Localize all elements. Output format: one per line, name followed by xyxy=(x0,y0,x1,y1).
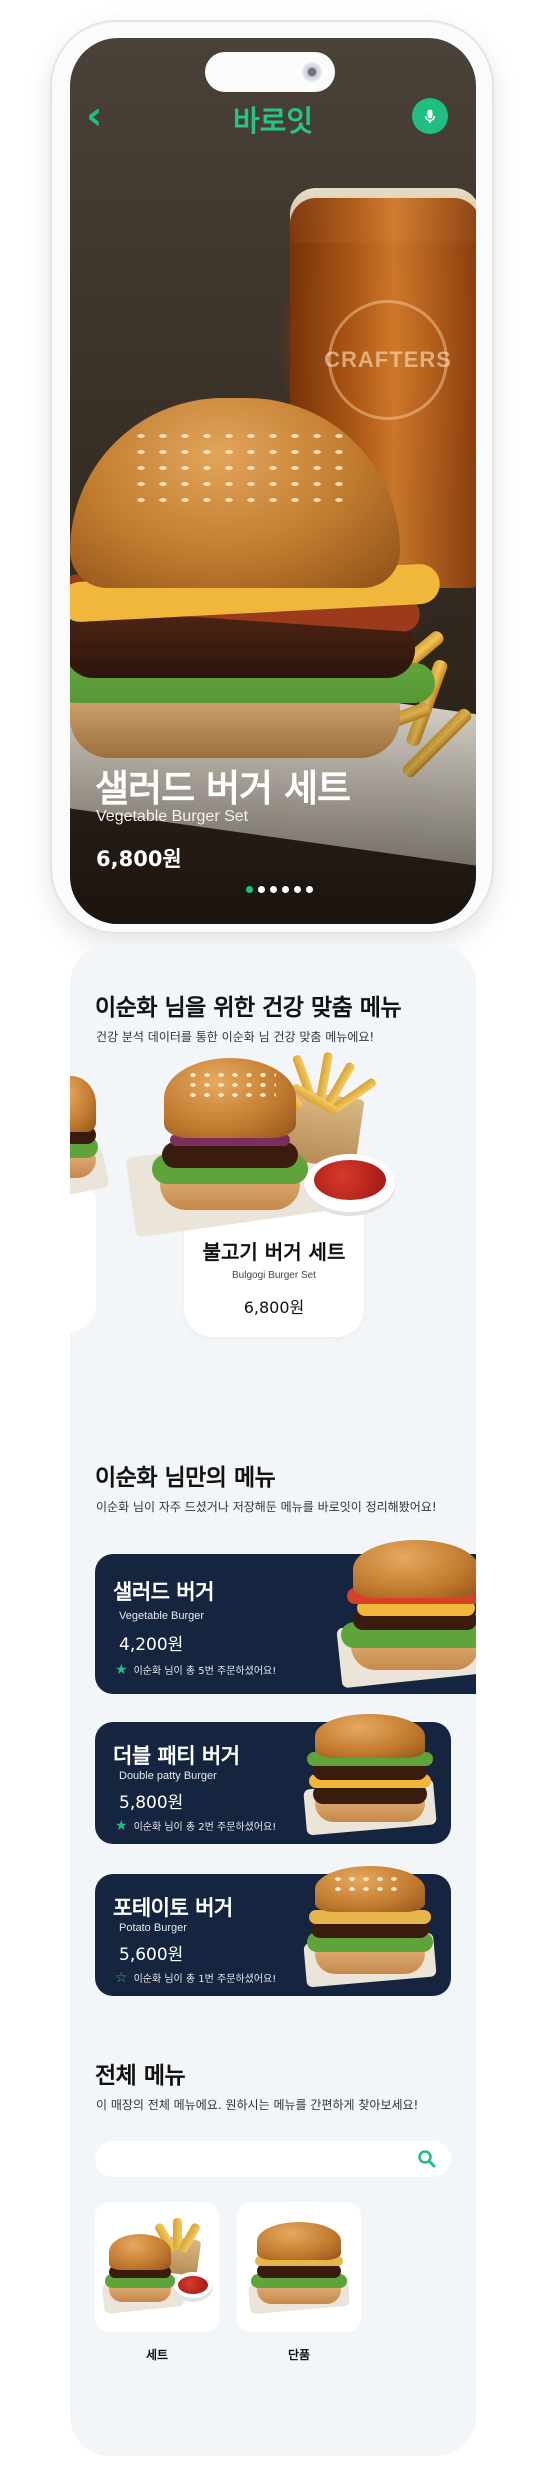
menu-item-price: 5,600원 xyxy=(119,1945,184,1965)
recommend-item-subtitle: Bulgogi Burger Set xyxy=(232,1270,316,1281)
recommend-description: 건강 분석 데이터를 통한 이순화 님 건강 맞춤 메뉴에요! xyxy=(96,1030,375,1044)
carousel-dot[interactable] xyxy=(270,886,277,893)
potato-burger-thumbnail xyxy=(295,1866,445,1991)
order-count-text: 이순화 님이 총 1번 주문하셨어요! xyxy=(133,1974,277,1985)
carousel-dot[interactable] xyxy=(246,886,253,893)
star-filled-icon: ★ xyxy=(115,1661,128,1678)
hero-subtitle: Vegetable Burger Set xyxy=(96,808,249,825)
all-menu-description: 이 매장의 전체 메뉴에요. 원하시는 메뉴를 간편하게 찾아보세요! xyxy=(96,2098,419,2112)
camera-icon xyxy=(302,62,322,82)
category-card-set[interactable] xyxy=(95,2202,219,2332)
glass-logo: CRAFTERS xyxy=(324,300,451,420)
carousel-dot[interactable] xyxy=(306,886,313,893)
category-card-single[interactable] xyxy=(237,2202,361,2332)
menu-item-subtitle: Potato Burger xyxy=(119,1922,187,1934)
microphone-icon[interactable] xyxy=(412,98,448,134)
star-filled-icon: ★ xyxy=(115,1817,128,1834)
recommend-title: 이순화 님을 위한 건강 맞춤 메뉴 xyxy=(95,995,402,1021)
order-count-text: 이순화 님이 총 5번 주문하셨어요! xyxy=(133,1666,277,1677)
salad-burger-thumbnail xyxy=(331,1540,476,1690)
single-thumbnail xyxy=(245,2218,355,2318)
recommend-item-name: 불고기 버거 세트 xyxy=(202,1240,346,1264)
order-count-note: ★ 이순화 님이 총 5번 주문하셨어요! xyxy=(115,1661,277,1678)
menu-item-subtitle: Double patty Burger xyxy=(119,1770,217,1782)
menu-item-subtitle: Vegetable Burger xyxy=(119,1610,205,1622)
hero-banner[interactable]: CRAFTERS ‹ 바로잇 샐러드 버거 세트 Vegetable Burge… xyxy=(70,38,476,924)
order-count-note: ★ 이순화 님이 총 2번 주문하셨어요! xyxy=(115,1817,277,1834)
star-outline-icon: ☆ xyxy=(115,1969,128,1986)
double-patty-burger-thumbnail xyxy=(295,1714,445,1839)
hero-title: 샐러드 버거 세트 xyxy=(95,767,351,810)
my-menu-description: 이순화 님이 자주 드셨거나 저장해둔 메뉴를 바로잇이 정리해봤어요! xyxy=(96,1500,437,1514)
menu-item-price: 5,800원 xyxy=(119,1793,184,1813)
carousel-dots[interactable] xyxy=(246,886,313,893)
menu-item-price: 4,200원 xyxy=(119,1635,184,1655)
burger-set-thumbnail xyxy=(125,1051,420,1238)
recommend-card-prev[interactable] xyxy=(70,1174,96,1332)
all-menu-title: 전체 메뉴 xyxy=(95,2063,186,2089)
my-menu-title: 이순화 님만의 메뉴 xyxy=(95,1465,276,1491)
search-input[interactable] xyxy=(95,2141,451,2177)
menu-item-name: 포테이토 버거 xyxy=(113,1896,233,1920)
my-menu-card[interactable]: 포테이토 버거 Potato Burger 5,600원 ☆ 이순화 님이 총 … xyxy=(95,1866,451,1996)
my-menu-card[interactable]: 샐러드 버거 Vegetable Burger 4,200원 ★ 이순화 님이 … xyxy=(95,1540,476,1694)
burger-thumbnail-prev xyxy=(70,1072,116,1197)
set-thumbnail xyxy=(99,2218,215,2318)
carousel-dot[interactable] xyxy=(294,886,301,893)
carousel-dot[interactable] xyxy=(282,886,289,893)
category-label-single[interactable]: 단품 xyxy=(237,2346,361,2363)
order-count-text: 이순화 님이 총 2번 주문하셨어요! xyxy=(133,1822,277,1833)
hero-price: 6,800원 xyxy=(96,847,182,871)
search-icon[interactable] xyxy=(417,2149,437,2169)
order-count-note: ☆ 이순화 님이 총 1번 주문하셨어요! xyxy=(115,1969,277,1986)
my-menu-card[interactable]: 더블 패티 버거 Double patty Burger 5,800원 ★ 이순… xyxy=(95,1714,451,1844)
carousel-dot[interactable] xyxy=(258,886,265,893)
menu-item-name: 더블 패티 버거 xyxy=(113,1744,240,1768)
content-panel: 이순화 님을 위한 건강 맞춤 메뉴 건강 분석 데이터를 통한 이순화 님 건… xyxy=(70,944,476,2456)
menu-item-name: 샐러드 버거 xyxy=(113,1580,214,1604)
recommend-item-price: 6,800원 xyxy=(243,1298,305,1317)
category-label-set[interactable]: 세트 xyxy=(95,2346,219,2363)
